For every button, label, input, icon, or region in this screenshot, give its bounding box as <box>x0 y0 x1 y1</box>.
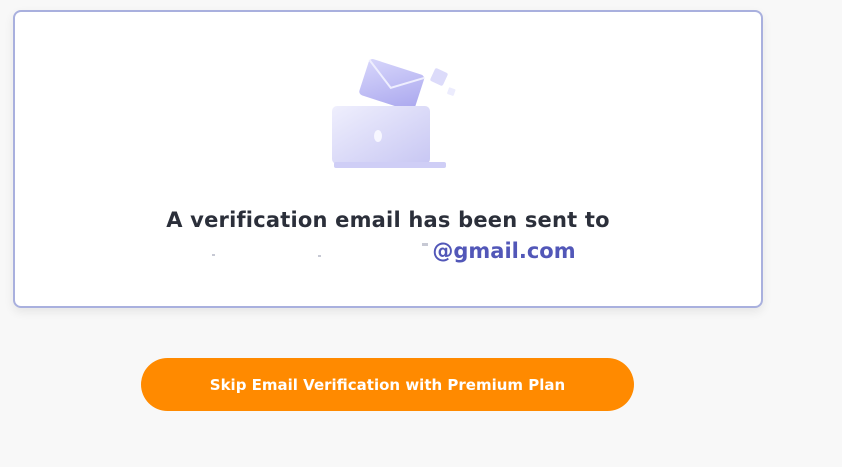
verification-message: A verification email has been sent to <box>166 208 610 232</box>
redacted-email-local-part <box>200 240 433 262</box>
verification-card: A verification email has been sent to @g… <box>13 10 763 308</box>
skip-email-verification-premium-button[interactable]: Skip Email Verification with Premium Pla… <box>141 358 634 411</box>
sent-email-address: @gmail.com <box>15 239 761 263</box>
email-domain: @gmail.com <box>432 239 576 263</box>
laptop-with-envelope-icon <box>332 59 456 168</box>
